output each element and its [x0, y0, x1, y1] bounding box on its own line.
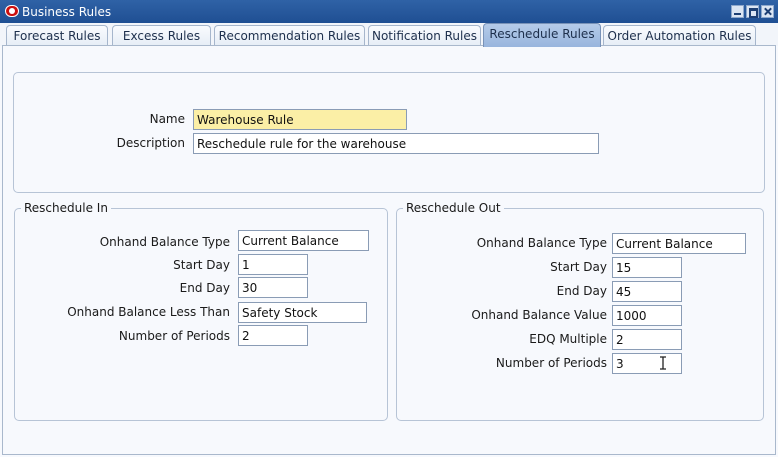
out-onhand-balance-value-label: Onhand Balance Value: [471, 308, 607, 322]
in-onhand-balance-type-field[interactable]: [238, 230, 369, 251]
tab-recommendation-rules[interactable]: Recommendation Rules: [214, 25, 365, 46]
out-onhand-balance-type-field[interactable]: [612, 233, 746, 254]
name-label: Name: [149, 112, 185, 126]
reschedule-in-title: Reschedule In: [21, 201, 111, 215]
in-number-of-periods-label: Number of Periods: [118, 329, 230, 343]
tab-forecast-rules[interactable]: Forecast Rules: [6, 25, 108, 46]
out-end-day-label: End Day: [556, 284, 607, 298]
in-start-day-label: Start Day: [173, 258, 230, 272]
out-onhand-balance-type-label: Onhand Balance Type: [476, 236, 607, 250]
out-edq-multiple-label: EDQ Multiple: [529, 332, 607, 346]
tab-notification-rules[interactable]: Notification Rules: [368, 25, 481, 46]
out-edq-multiple-field[interactable]: [612, 329, 682, 350]
in-number-of-periods-field[interactable]: [238, 325, 308, 346]
in-end-day-field[interactable]: [238, 277, 308, 298]
out-end-day-field[interactable]: [612, 281, 682, 302]
in-start-day-field[interactable]: [238, 254, 308, 275]
close-icon[interactable]: [761, 5, 774, 18]
in-onhand-balance-type-label: Onhand Balance Type: [99, 235, 230, 249]
name-field[interactable]: [193, 109, 407, 130]
maximize-icon[interactable]: [746, 5, 759, 18]
minimize-icon[interactable]: [731, 5, 744, 18]
text-cursor-icon: [660, 356, 666, 370]
tab-excess-rules[interactable]: Excess Rules: [112, 25, 211, 46]
tab-reschedule-rules[interactable]: Reschedule Rules: [483, 23, 601, 47]
description-label: Description: [116, 136, 185, 150]
oracle-logo-icon: [5, 5, 19, 17]
reschedule-out-title: Reschedule Out: [403, 201, 504, 215]
out-onhand-balance-value-field[interactable]: [612, 305, 682, 326]
description-field[interactable]: [193, 133, 599, 154]
tab-strip: Forecast Rules Excess Rules Recommendati…: [0, 23, 778, 47]
in-onhand-balance-less-than-label: Onhand Balance Less Than: [67, 305, 230, 319]
out-number-of-periods-label: Number of Periods: [495, 356, 607, 370]
out-start-day-label: Start Day: [550, 260, 607, 274]
window-title-bar[interactable]: Business Rules: [0, 0, 778, 24]
out-start-day-field[interactable]: [612, 257, 682, 278]
window-title: Business Rules: [22, 5, 112, 19]
out-number-of-periods-field[interactable]: [612, 353, 682, 374]
in-onhand-balance-less-than-field[interactable]: [238, 302, 367, 323]
tab-order-automation-rules[interactable]: Order Automation Rules: [603, 25, 756, 46]
in-end-day-label: End Day: [179, 281, 230, 295]
